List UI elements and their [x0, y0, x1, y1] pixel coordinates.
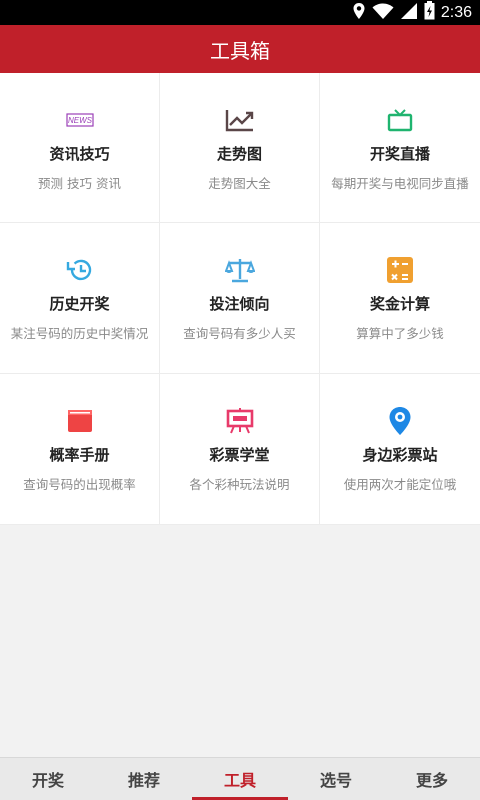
tv-icon: [385, 106, 415, 134]
tool-live-draw[interactable]: 开奖直播 每期开奖与电视同步直播: [320, 73, 480, 223]
tool-label: 开奖直播: [369, 145, 430, 163]
tool-description: 算算中了多少钱: [356, 326, 444, 341]
tool-trend-chart[interactable]: 走势图 走势图大全: [160, 73, 320, 223]
tool-label: 资讯技巧: [49, 145, 110, 163]
tool-label: 走势图: [216, 145, 262, 163]
tool-description: 某注号码的历史中奖情况: [10, 326, 149, 341]
tool-description: 走势图大全: [208, 176, 271, 191]
tool-grid: NEWS 资讯技巧 预测 技巧 资讯 走势图 走势图大全 开奖直播 每期开奖与电…: [0, 73, 480, 525]
tool-lottery-school[interactable]: 彩票学堂 各个彩种玩法说明: [160, 374, 320, 525]
tool-description: 每期开奖与电视同步直播: [331, 176, 469, 191]
tool-history-draws[interactable]: 历史开奖 某注号码的历史中奖情况: [0, 223, 160, 374]
trend-chart-icon: [225, 106, 255, 134]
tool-label: 彩票学堂: [209, 446, 270, 464]
tab-number-picker[interactable]: 选号: [288, 758, 384, 800]
news-icon: NEWS: [65, 106, 95, 134]
signal-icon: [400, 2, 418, 24]
location-pin-icon: [385, 407, 415, 435]
clock-time: 2:36: [440, 3, 472, 21]
page-title: 工具箱: [210, 38, 270, 63]
bottom-tab-bar: 开奖 推荐 工具 选号 更多: [0, 757, 480, 800]
status-bar: 2:36: [0, 0, 480, 25]
tool-description: 预测 技巧 资讯: [38, 176, 121, 191]
tool-description: 各个彩种玩法说明: [189, 477, 290, 492]
book-icon: [65, 407, 95, 435]
svg-text:NEWS: NEWS: [68, 116, 93, 125]
tool-news-tips[interactable]: NEWS 资讯技巧 预测 技巧 资讯: [0, 73, 160, 223]
history-icon: [65, 256, 95, 284]
tool-description: 使用两次才能定位哦: [343, 477, 457, 492]
tool-probability-manual[interactable]: 概率手册 查询号码的出现概率: [0, 374, 160, 525]
tool-betting-trend[interactable]: 投注倾向 查询号码有多少人买: [160, 223, 320, 374]
location-icon: [352, 2, 366, 24]
tool-label: 历史开奖: [49, 295, 110, 313]
tool-label: 身边彩票站: [362, 446, 438, 464]
tool-label: 投注倾向: [209, 295, 270, 313]
balance-scale-icon: [224, 256, 255, 284]
tool-label: 概率手册: [49, 446, 110, 464]
tool-nearby-station[interactable]: 身边彩票站 使用两次才能定位哦: [320, 374, 480, 525]
tool-label: 奖金计算: [369, 295, 430, 313]
tool-description: 查询号码有多少人买: [183, 326, 296, 341]
tool-description: 查询号码的出现概率: [23, 477, 136, 492]
battery-icon: [424, 1, 435, 24]
tab-recommend[interactable]: 推荐: [96, 758, 192, 800]
easel-board-icon: [225, 407, 255, 435]
calculator-icon: [385, 256, 415, 284]
tab-more[interactable]: 更多: [384, 758, 480, 800]
tab-draw-results[interactable]: 开奖: [0, 758, 96, 800]
tool-prize-calculator[interactable]: 奖金计算 算算中了多少钱: [320, 223, 480, 374]
title-bar: 工具箱: [0, 25, 480, 73]
wifi-icon: [372, 2, 394, 24]
tab-tools[interactable]: 工具: [192, 758, 288, 800]
